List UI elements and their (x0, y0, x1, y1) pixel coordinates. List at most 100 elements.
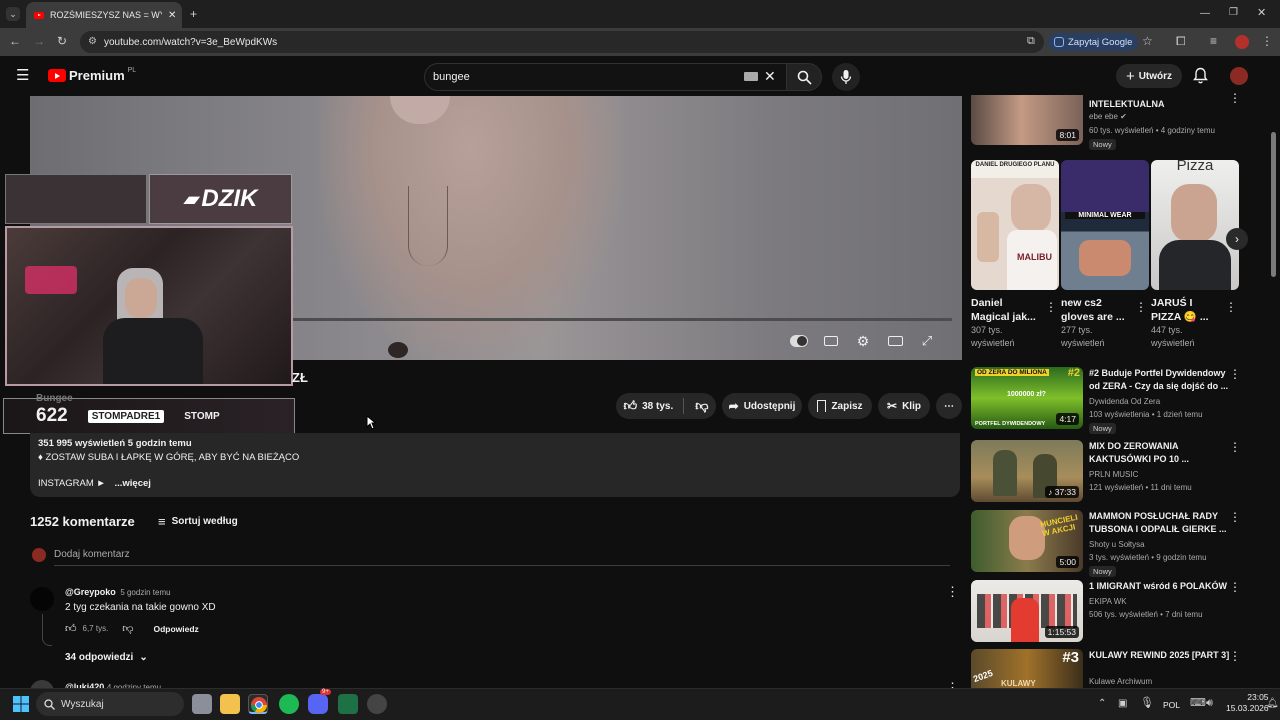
browser-menu-icon[interactable]: ⋮ (1261, 35, 1273, 47)
short-menu-icon[interactable]: ⋮ (1135, 300, 1147, 314)
extensions-icon[interactable]: ⧠ (1176, 35, 1186, 47)
bookmark-star-icon[interactable]: ☆ (1142, 35, 1153, 47)
file-explorer-icon[interactable] (220, 694, 240, 714)
short-card[interactable]: DANIEL DRUGIEGO PLANU MALIBU Daniel Magi… (971, 160, 1059, 350)
comment-author[interactable]: @Greypoko (65, 587, 116, 597)
reading-list-icon[interactable]: ≡ (1210, 35, 1217, 47)
chrome-taskbar-icon[interactable] (248, 694, 268, 714)
back-icon[interactable]: ← (9, 35, 21, 47)
show-more-link[interactable]: ...więcej (114, 478, 150, 489)
voice-search-button[interactable] (832, 63, 860, 91)
share-button[interactable]: ➦ Udostępnij (722, 393, 802, 419)
video-menu-icon[interactable]: ⋮ (1229, 440, 1241, 454)
video-menu-icon[interactable]: ⋮ (1229, 510, 1241, 524)
progress-bar[interactable] (290, 318, 952, 321)
add-comment-input[interactable]: Dodaj komentarz (54, 549, 130, 560)
recommended-video[interactable]: HUNCIELI W AKCJI 5:00 MAMMON POSŁUCHAŁ R… (970, 510, 1260, 577)
autoplay-toggle[interactable] (790, 334, 808, 348)
reload-icon[interactable]: ↻ (57, 35, 67, 47)
shorts-next-button[interactable]: › (1226, 228, 1248, 250)
short-card[interactable]: Pizza JARUŚ I PIZZA 😋 ... 447 tys. wyświ… (1151, 160, 1239, 350)
comment-dislike-icon[interactable]: 👎︎ (122, 622, 133, 635)
minimize-button[interactable]: — (1200, 8, 1210, 20)
youtube-logo[interactable]: Premium PL (48, 67, 136, 83)
necklace-detail (408, 186, 448, 266)
thumb-caption: KULAWY (1001, 679, 1036, 688)
ask-google-button[interactable]: Zapytaj Google (1048, 33, 1139, 51)
commenter-avatar (32, 548, 46, 562)
page-scrollbar-thumb[interactable] (1271, 132, 1276, 277)
install-app-icon[interactable]: ⧉ (1027, 35, 1035, 47)
discord-icon[interactable]: 9+ (308, 689, 331, 714)
video-menu-icon[interactable]: ⋮ (1229, 91, 1241, 105)
obs-icon[interactable] (367, 694, 387, 714)
settings-gear-icon[interactable]: ⚙ (854, 333, 872, 349)
video-menu-icon[interactable]: ⋮ (1229, 580, 1241, 594)
user-avatar[interactable] (1230, 67, 1248, 85)
video-menu-icon[interactable]: ⋮ (1229, 649, 1241, 663)
short-card[interactable]: MINIMAL WEAR new cs2 gloves are ... 277 … (1061, 160, 1149, 350)
reply-button[interactable]: Odpowiedz (153, 624, 198, 634)
video-title-recommended: 1 IMIGRANT wśród 6 POLAKÓW (1089, 581, 1228, 591)
forward-icon[interactable]: → (33, 35, 45, 47)
like-dislike-group: 👍︎ 38 tys. 👎︎ (616, 393, 716, 419)
notifications-icon[interactable]: 🔔︎ (1266, 698, 1279, 710)
recommended-video[interactable]: #3 2025 KULAWY KULAWY REWIND 2025 [PART … (970, 649, 1260, 688)
search-button[interactable] (786, 63, 822, 91)
instagram-link[interactable]: INSTAGRAM ► (38, 478, 106, 489)
new-tab-button[interactable]: + (190, 8, 197, 20)
excel-icon[interactable] (338, 694, 358, 714)
taskbar-search[interactable]: Wyszukaj (36, 692, 184, 716)
recommended-video[interactable]: OD ZERA DO MILIONA #2 1000000 zł? PORTFE… (970, 367, 1260, 434)
address-bar[interactable]: ⚙ youtube.com/watch?v=3e_BeWpdKWs (80, 31, 1044, 53)
more-actions-button[interactable]: ⋯ (936, 393, 962, 419)
clip-button[interactable]: ✂ Klip (878, 393, 930, 419)
comment-time[interactable]: 5 godzin temu (120, 588, 170, 597)
windows-start-icon[interactable] (13, 696, 29, 717)
create-button[interactable]: + Utwórz (1116, 64, 1182, 88)
comment-like-icon[interactable]: 👍︎ (65, 622, 77, 635)
sort-comments-button[interactable]: ≡ Sortuj według (158, 514, 238, 529)
dislike-button[interactable]: 👎︎ (689, 398, 708, 414)
profile-avatar[interactable] (1235, 35, 1249, 49)
tray-mic-icon[interactable]: 🎙︎ (1140, 697, 1154, 709)
language-indicator[interactable]: POL (1163, 700, 1180, 710)
tab-search-button[interactable]: ⌄ (6, 7, 20, 21)
video-menu-icon[interactable]: ⋮ (1229, 367, 1241, 381)
search-input[interactable]: bungee (424, 63, 788, 91)
channel-name[interactable]: Bungee (36, 393, 73, 404)
window-close-button[interactable]: ✕ (1257, 7, 1266, 19)
tray-chevron-icon[interactable]: ⌃ (1098, 698, 1106, 710)
theater-mode-icon[interactable] (886, 334, 904, 348)
short-menu-icon[interactable]: ⋮ (1225, 300, 1237, 314)
system-clock[interactable]: 23:05 15.03.2026 (1226, 692, 1269, 714)
subtitles-icon[interactable] (822, 334, 840, 348)
recommended-video[interactable]: ♪ 37:33 MIX DO ZEROWANIA KAKTUSÓWKI PO 1… (970, 440, 1260, 502)
network-icon[interactable]: ⌨ (1190, 697, 1206, 709)
task-view-icon[interactable] (192, 694, 212, 714)
tab-close-icon[interactable]: ✕ (168, 10, 176, 21)
video-channel: EKIPA WK (1089, 597, 1127, 606)
volume-icon[interactable]: 🔊︎ (1206, 697, 1213, 709)
tray-app-icon[interactable]: ▣ (1118, 698, 1127, 710)
save-button[interactable]: Zapisz (808, 393, 872, 419)
view-replies-button[interactable]: 34 odpowiedzi ⌄ (65, 652, 148, 663)
comment-avatar[interactable] (30, 587, 54, 611)
recommended-video[interactable]: 1:15:53 1 IMIGRANT wśród 6 POLAKÓW EKIPA… (970, 580, 1260, 642)
keyboard-icon[interactable] (744, 72, 758, 81)
recommended-video-top[interactable]: 8:01 INTELEKTUALNA ebe ebe ✔ 60 tys. wyś… (970, 91, 1260, 150)
clear-search-icon[interactable]: ✕ (764, 68, 776, 85)
fullscreen-icon[interactable]: ⤢ (918, 333, 936, 348)
notifications-bell-icon[interactable] (1193, 67, 1208, 89)
site-info-icon[interactable]: ⚙ (88, 36, 97, 47)
short-menu-icon[interactable]: ⋮ (1045, 300, 1057, 314)
description-box[interactable]: 351 995 wyświetleń 5 godzin temu ♦ ZOSTA… (30, 433, 960, 497)
clock-time: 23:05 (1247, 692, 1269, 702)
comment-menu-icon[interactable]: ⋮ (946, 584, 959, 600)
tab-active[interactable]: ROZŚMIESZYSZ NAS = WYGRY ✕ (26, 2, 182, 28)
hamburger-menu-icon[interactable]: ☰ (16, 68, 29, 83)
restore-button[interactable]: ❐ (1229, 7, 1238, 19)
spotify-icon[interactable] (279, 694, 299, 714)
mouse-cursor-icon (366, 414, 377, 435)
like-button[interactable]: 👍︎ 38 tys. (624, 398, 685, 414)
